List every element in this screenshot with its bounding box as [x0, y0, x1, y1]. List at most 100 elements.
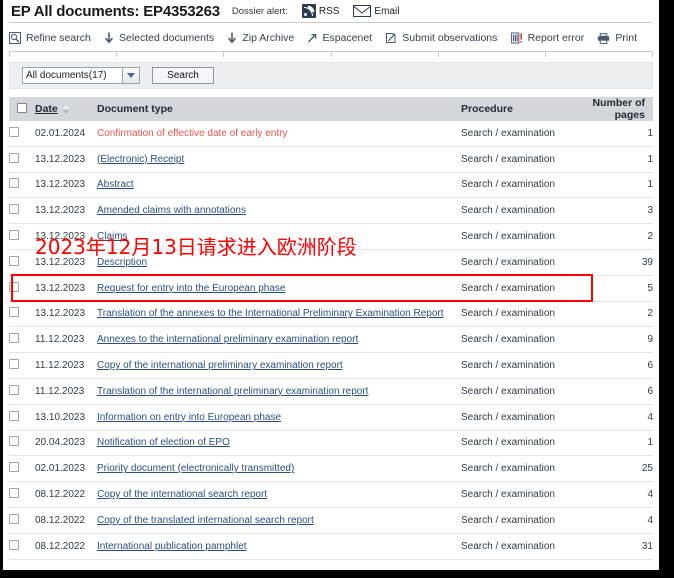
cell-procedure: Search / examination	[461, 404, 573, 431]
document-type-link[interactable]: Copy of the international search report	[97, 489, 267, 500]
toolbar-report-error[interactable]: Report error	[509, 32, 587, 44]
document-type-link[interactable]: Translation of the annexes to the Intern…	[97, 308, 443, 319]
table-row: 11.12.2023 Copy of the international prel…	[9, 352, 653, 379]
cell-procedure: Search / examination	[461, 121, 573, 147]
row-checkbox-cell	[9, 430, 35, 457]
row-checkbox[interactable]	[9, 513, 19, 524]
table-row: 08.12.2022 Copy of the international sear…	[9, 481, 653, 508]
document-type-link[interactable]: (Electronic) Receipt	[97, 154, 184, 165]
column-header-date[interactable]: Date	[35, 97, 97, 121]
email-alert-link[interactable]: Email	[353, 5, 399, 17]
toolbar-print[interactable]: Print	[595, 32, 639, 44]
cell-document-type: Notification of election of EPO	[97, 430, 461, 457]
document-type-link[interactable]: Claims	[97, 231, 128, 242]
table-row: 02.01.2024 Confirmation of effective date…	[9, 121, 653, 147]
cell-number-of-pages: 1	[573, 172, 653, 199]
toolbar-selected-documents[interactable]: Selected documents	[102, 32, 216, 44]
row-checkbox[interactable]	[9, 333, 19, 344]
cell-document-type: (Electronic) Receipt	[97, 146, 461, 173]
cell-procedure: Search / examination	[461, 275, 573, 302]
toolbar-divider-row	[9, 51, 654, 58]
cell-number-of-pages: 9	[573, 326, 653, 354]
row-checkbox[interactable]	[9, 539, 19, 550]
cell-date: 08.12.2022	[35, 533, 97, 560]
row-checkbox[interactable]	[9, 307, 19, 318]
document-type-link[interactable]: Abstract	[97, 179, 134, 190]
search-bar: All documents(17) Search	[9, 62, 653, 89]
row-checkbox-cell	[9, 249, 35, 276]
document-type-link[interactable]: International publication pamphlet	[97, 541, 247, 552]
rss-icon	[301, 4, 316, 18]
select-all-checkbox[interactable]	[17, 102, 27, 113]
row-checkbox[interactable]	[9, 359, 19, 370]
toolbar-submit-observations[interactable]: Submit observations	[383, 32, 499, 44]
table-body: 02.01.2024 Confirmation of effective date…	[9, 121, 653, 560]
row-checkbox[interactable]	[9, 281, 19, 292]
column-header-procedure[interactable]: Procedure	[461, 97, 573, 121]
documents-table: Date Document type Procedure Number of p…	[9, 97, 653, 560]
row-checkbox[interactable]	[9, 436, 19, 447]
row-checkbox[interactable]	[9, 204, 19, 215]
column-header-document-type[interactable]: Document type	[97, 97, 461, 121]
document-type-link[interactable]: Copy of the translated international sea…	[97, 515, 314, 526]
row-checkbox[interactable]	[9, 126, 19, 137]
toolbar-label: Zip Archive	[242, 32, 295, 44]
table-header-row: Date Document type Procedure Number of p…	[9, 97, 653, 121]
document-type-link[interactable]: Information on entry into European phase	[97, 412, 281, 423]
document-type-link[interactable]: Request for entry into the European phas…	[97, 283, 285, 294]
cell-procedure: Search / examination	[461, 301, 573, 328]
row-checkbox[interactable]	[9, 410, 19, 421]
cell-document-type: Translation of the international prelimi…	[97, 378, 461, 405]
row-checkbox[interactable]	[9, 462, 19, 473]
cell-number-of-pages: 5	[573, 275, 653, 302]
cell-procedure: Search / examination	[461, 533, 573, 560]
document-filter-select[interactable]: All documents(17)	[22, 67, 140, 84]
pencil-document-icon	[385, 32, 397, 44]
rss-alert-link[interactable]: RSS	[301, 4, 339, 18]
sort-arrows-icon[interactable]	[62, 104, 69, 114]
row-checkbox[interactable]	[9, 178, 19, 189]
table-row: 13.10.2023 Information on entry into Euro…	[9, 404, 653, 431]
cell-number-of-pages: 39	[573, 249, 653, 276]
cell-number-of-pages: 4	[573, 404, 653, 431]
cell-document-type: Annexes to the international preliminary…	[97, 326, 461, 354]
row-checkbox-cell	[9, 172, 35, 199]
cell-document-type: Request for entry into the European phas…	[97, 275, 461, 302]
page-surface: EP All documents: EP4353263 Dossier aler…	[3, 0, 659, 570]
document-type-link[interactable]: Priority document (electronically transm…	[97, 463, 294, 474]
row-checkbox[interactable]	[9, 255, 19, 266]
cell-procedure: Search / examination	[461, 172, 573, 199]
document-type-link[interactable]: Confirmation of effective date of early …	[97, 128, 287, 139]
document-type-link[interactable]: Translation of the international prelimi…	[97, 386, 368, 397]
table-header: Date Document type Procedure Number of p…	[9, 97, 653, 121]
search-button[interactable]: Search	[152, 67, 214, 84]
row-checkbox[interactable]	[9, 230, 19, 241]
toolbar-zip-archive[interactable]: Zip Archive	[225, 32, 296, 44]
column-header-date-label: Date	[35, 103, 58, 115]
document-type-link[interactable]: Annexes to the international preliminary…	[97, 334, 358, 345]
document-type-link[interactable]: Copy of the international preliminary ex…	[97, 360, 343, 371]
cell-number-of-pages: 3	[573, 197, 653, 225]
toolbar-refine-search[interactable]: Refine search	[7, 32, 93, 44]
cell-procedure: Search / examination	[461, 223, 573, 250]
document-type-link[interactable]: Notification of election of EPO	[97, 437, 230, 448]
row-checkbox[interactable]	[9, 384, 19, 395]
document-type-link[interactable]: Amended claims with annotations	[97, 205, 246, 216]
toolbar-espacenet[interactable]: Espacenet	[305, 32, 374, 44]
cell-number-of-pages: 1	[573, 121, 653, 147]
row-checkbox[interactable]	[9, 488, 19, 499]
column-header-number-of-pages[interactable]: Number of pages	[573, 97, 653, 121]
row-checkbox-cell	[9, 121, 35, 147]
chevron-down-icon[interactable]	[122, 68, 139, 83]
dossier-alert-label: Dossier alert:	[231, 5, 288, 17]
row-checkbox-cell	[9, 404, 35, 431]
row-checkbox-cell	[9, 146, 35, 173]
cell-document-type: Amended claims with annotations	[97, 197, 461, 225]
row-checkbox[interactable]	[9, 152, 19, 163]
table-row: 13.12.2023 Description Search / examinatio…	[9, 249, 653, 276]
external-link-arrow-icon	[307, 33, 317, 44]
printer-icon	[597, 32, 610, 44]
cell-document-type: Priority document (electronically transm…	[97, 455, 461, 483]
envelope-icon	[353, 5, 372, 17]
document-type-link[interactable]: Description	[97, 257, 147, 268]
